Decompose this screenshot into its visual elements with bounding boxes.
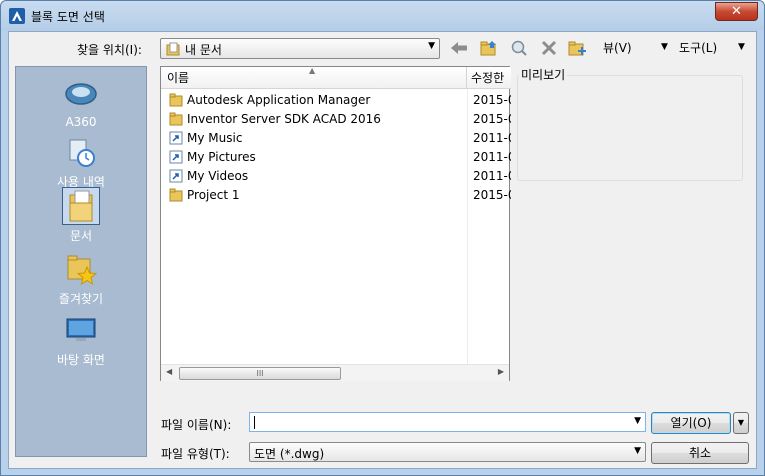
cancel-button[interactable]: 취소 (651, 442, 749, 464)
file-row[interactable]: My Music 2011-0 (161, 129, 511, 148)
views-menu[interactable]: 뷰(V) (603, 39, 632, 56)
desktop-icon (66, 318, 96, 341)
place-a360[interactable]: A360 (16, 75, 146, 129)
cancel-button-label: 취소 (688, 446, 712, 460)
file-date: 2011-0 (473, 169, 511, 183)
look-in-combobox[interactable]: 내 문서 ▼ (160, 38, 440, 59)
shortcut-icon (169, 150, 183, 164)
place-label: 문서 (69, 229, 93, 243)
file-name: My Pictures (187, 150, 256, 164)
delete-icon[interactable] (539, 39, 559, 57)
up-folder-icon[interactable] (479, 39, 499, 57)
open-options-button[interactable]: ▼ (733, 412, 749, 434)
back-arrow-icon[interactable] (449, 39, 469, 57)
scroll-left-icon[interactable]: ◀ (166, 367, 172, 376)
place-label: 즐겨찾기 (58, 292, 104, 306)
chevron-down-icon: ▼ (737, 418, 745, 427)
folder-icon (169, 112, 183, 126)
documents-folder-icon (166, 42, 180, 56)
horizontal-scrollbar[interactable]: ◀ III ▶ (161, 364, 509, 381)
file-date: 2015-0 (473, 112, 511, 126)
place-desktop[interactable]: 바탕 화면 (16, 311, 146, 368)
title-bar: 블록 도면 선택 ✕ (1, 1, 764, 31)
autocad-app-icon (9, 8, 25, 24)
file-date: 2015-0 (473, 93, 511, 107)
new-folder-icon[interactable] (567, 39, 587, 57)
a360-icon (65, 83, 97, 105)
file-name: Inventor Server SDK ACAD 2016 (187, 112, 381, 126)
dialog-window: 블록 도면 선택 ✕ 찾을 위치(I): 내 문서 ▼ 뷰(V) ▼ 도구(L)… (0, 0, 765, 476)
open-button[interactable]: 열기(O) (651, 412, 731, 434)
folder-icon (169, 188, 183, 202)
tools-dropdown-arrow-icon[interactable]: ▼ (738, 42, 745, 52)
file-type-label: 파일 유형(T): (161, 447, 230, 461)
place-label: A360 (65, 115, 97, 129)
file-row[interactable]: My Videos 2011-0 (161, 167, 511, 186)
open-button-label: 열기(O) (670, 416, 712, 430)
text-caret (254, 416, 255, 429)
chevron-down-icon: ▼ (428, 41, 435, 51)
file-name: Project 1 (187, 188, 240, 202)
place-documents[interactable]: 문서 (16, 187, 146, 244)
look-in-label: 찾을 위치(I): (77, 43, 142, 57)
sort-ascending-icon: ▲ (309, 66, 316, 75)
scroll-grip-icon: III (256, 369, 264, 378)
column-header-name-label: 이름 (167, 71, 190, 85)
tools-menu[interactable]: 도구(L) (679, 39, 717, 56)
places-bar: A360 사용 내역 문서 즐겨찾기 바탕 화면 (15, 66, 147, 457)
chevron-down-icon[interactable]: ▼ (634, 416, 641, 426)
file-name-label: 파일 이름(N): (161, 418, 232, 432)
file-name: My Videos (187, 169, 249, 183)
file-date: 2011-0 (473, 131, 511, 145)
close-button[interactable]: ✕ (715, 2, 758, 21)
place-label: 바탕 화면 (57, 353, 105, 367)
place-history[interactable]: 사용 내역 (16, 133, 146, 190)
close-icon: ✕ (731, 4, 742, 19)
shortcut-icon (169, 131, 183, 145)
file-row[interactable]: My Pictures 2011-0 (161, 148, 511, 167)
column-header-date-label: 수정한 (471, 71, 505, 85)
file-name: My Music (187, 131, 243, 145)
column-header-name[interactable]: 이름 ▲ (161, 66, 467, 89)
search-web-icon[interactable] (509, 39, 529, 57)
dialog-client-area: 찾을 위치(I): 내 문서 ▼ 뷰(V) ▼ 도구(L) ▼ A360 사용 … (8, 31, 757, 469)
scroll-right-icon[interactable]: ▶ (498, 367, 504, 376)
look-in-value: 내 문서 (185, 43, 222, 57)
file-date: 2011-0 (473, 150, 511, 164)
history-icon (69, 139, 95, 167)
dialog-title: 블록 도면 선택 (31, 10, 105, 24)
file-name-input[interactable]: ▼ (249, 412, 646, 432)
documents-icon (69, 190, 93, 222)
favorites-icon (67, 255, 97, 285)
folder-icon (169, 93, 183, 107)
file-row[interactable]: Autodesk Application Manager 2015-0 (161, 91, 511, 110)
file-list: 이름 ▲ 수정한 Autodesk Application Manager 20… (160, 66, 511, 381)
column-header-date[interactable]: 수정한 (467, 67, 511, 89)
place-favorites[interactable]: 즐겨찾기 (16, 250, 146, 307)
views-dropdown-arrow-icon[interactable]: ▼ (661, 42, 668, 52)
preview-pane (517, 75, 743, 181)
scroll-thumb[interactable]: III (179, 367, 341, 380)
file-name: Autodesk Application Manager (187, 93, 371, 107)
file-date: 2015-0 (473, 188, 511, 202)
file-row[interactable]: Project 1 2015-0 (161, 186, 511, 205)
preview-label: 미리보기 (519, 66, 568, 83)
file-row[interactable]: Inventor Server SDK ACAD 2016 2015-0 (161, 110, 511, 129)
file-type-combobox[interactable]: 도면 (*.dwg) ▼ (249, 442, 646, 462)
shortcut-icon (169, 169, 183, 183)
chevron-down-icon: ▼ (634, 446, 641, 456)
file-type-value: 도면 (*.dwg) (254, 447, 325, 461)
